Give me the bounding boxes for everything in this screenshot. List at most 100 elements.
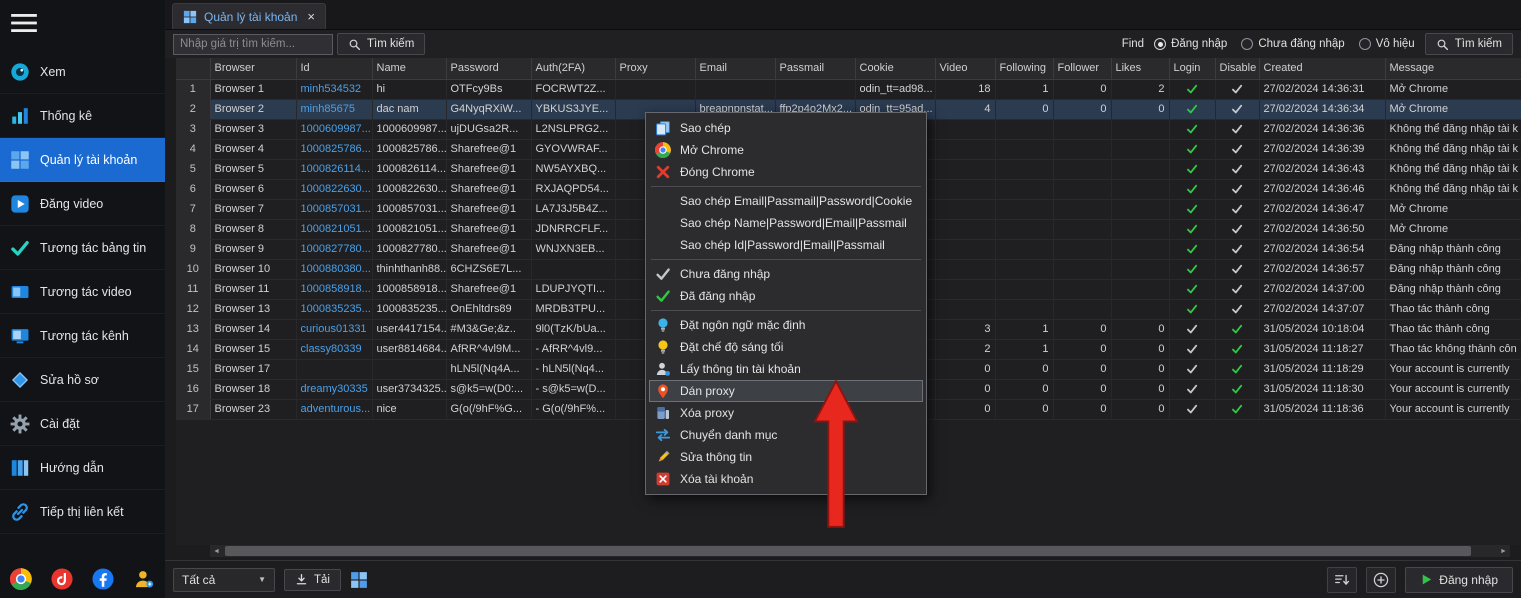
column-header-cookie[interactable]: Cookie (855, 58, 935, 79)
cell-cookie: odin_tt=ad98... (855, 79, 935, 99)
horizontal-scrollbar[interactable]: ◄ ► (210, 545, 1510, 557)
column-header-passmail[interactable]: Passmail (775, 58, 855, 79)
sort-button[interactable] (1327, 567, 1357, 593)
column-header-id[interactable]: Id (296, 58, 372, 79)
search-toolbar: Tìm kiếm Find Đăng nhậpChưa đăng nhậpVô … (165, 30, 1521, 58)
column-header-auth[interactable]: Auth(2FA) (531, 58, 615, 79)
menu-item-chuyen-danh-muc[interactable]: Chuyển danh mục (649, 424, 923, 446)
add-button[interactable] (1366, 567, 1396, 593)
blank-icon (655, 237, 671, 253)
cell-num: 2 (176, 99, 210, 119)
search-input[interactable] (173, 34, 333, 55)
column-header-password[interactable]: Password (446, 58, 531, 79)
tab-account-management[interactable]: Quản lý tài khoản × (172, 3, 326, 29)
column-header-following[interactable]: Following (995, 58, 1053, 79)
sidebar-item-quan-ly-tai-khoan[interactable]: Quản lý tài khoản (0, 138, 165, 182)
tab-close-icon[interactable]: × (307, 10, 315, 23)
column-header-message[interactable]: Message (1385, 58, 1521, 79)
sidebar-item-tuong-tac-video[interactable]: Tương tác video (0, 270, 165, 314)
cell-following: 1 (995, 79, 1053, 99)
menu-item-dong-chrome[interactable]: Đóng Chrome (649, 161, 923, 183)
sidebar-item-huong-dan[interactable]: Hướng dẫn (0, 446, 165, 490)
cell-auth: FOCRWT2Z... (531, 79, 615, 99)
chrome-icon[interactable] (10, 568, 32, 590)
column-header-disable[interactable]: Disable (1215, 58, 1259, 79)
radio-vo-hieu[interactable]: Vô hiệu (1359, 38, 1415, 50)
menu-item-lay-thong-tin-tai-khoan[interactable]: Lấy thông tin tài khoản (649, 358, 923, 380)
menu-item-dat-ngon-ngu-mac-dinh[interactable]: Đặt ngôn ngữ mặc định (649, 314, 923, 336)
find-search-button[interactable]: Tìm kiếm (1425, 33, 1513, 55)
cell-login (1169, 159, 1215, 179)
menu-item-xoa-proxy[interactable]: Xóa proxy (649, 402, 923, 424)
cell-disable (1215, 279, 1259, 299)
sidebar-item-tiep-thi-lien-ket[interactable]: Tiếp thị liên kết (0, 490, 165, 534)
category-select[interactable]: Tất cả ▼ (173, 568, 275, 592)
grid-view-icon[interactable] (350, 571, 368, 589)
column-header-login[interactable]: Login (1169, 58, 1215, 79)
scrollbar-thumb[interactable] (225, 546, 1471, 556)
check-green-icon (1186, 283, 1198, 295)
sidebar-item-xem[interactable]: Xem (0, 50, 165, 94)
cell-created: 27/02/2024 14:36:50 (1259, 219, 1385, 239)
sidebar-item-sua-ho-so[interactable]: Sửa hồ sơ (0, 358, 165, 402)
column-header-name[interactable]: Name (372, 58, 446, 79)
menu-item-xoa-tai-khoan[interactable]: Xóa tài khoản (649, 468, 923, 490)
sidebar-item-cai-dat[interactable]: Cài đặt (0, 402, 165, 446)
download-button[interactable]: Tải (284, 569, 341, 591)
tab-bar: Quản lý tài khoản × (165, 0, 1521, 30)
check-gray-icon (1186, 363, 1198, 375)
radio-chua-dang-nhap[interactable]: Chưa đăng nhập (1241, 38, 1344, 50)
table-row[interactable]: 1Browser 1minh534532hiOTFcy9BsFOCRWT2Z..… (176, 79, 1521, 99)
menu-item-da-dang-nhap[interactable]: Đã đăng nhập (649, 285, 923, 307)
cell-login (1169, 319, 1215, 339)
column-header-follower[interactable]: Follower (1053, 58, 1111, 79)
cell-likes: 0 (1111, 379, 1169, 399)
scroll-right-button[interactable]: ► (1497, 545, 1510, 557)
radio-dang-nhap[interactable]: Đăng nhập (1154, 38, 1227, 50)
menu-item-sao-chep[interactable]: Sao chép (649, 117, 923, 139)
cell-message: Mở Chrome (1385, 199, 1521, 219)
menu-item-dat-che-do-sang-toi[interactable]: Đặt chế độ sáng tối (649, 336, 923, 358)
cell-auth: L2NSLPRG2... (531, 119, 615, 139)
menu-item-copy-id-set[interactable]: Sao chép Id|Password|Email|Passmail (649, 234, 923, 256)
sidebar-item-tuong-tac-kenh[interactable]: Tương tác kênh (0, 314, 165, 358)
scroll-left-button[interactable]: ◄ (210, 545, 223, 557)
column-header-email[interactable]: Email (695, 58, 775, 79)
column-header-proxy[interactable]: Proxy (615, 58, 695, 79)
cell-message: Đăng nhập thành công (1385, 239, 1521, 259)
column-header-likes[interactable]: Likes (1111, 58, 1169, 79)
cell-auth: RXJAQPD54... (531, 179, 615, 199)
cell-likes: 0 (1111, 359, 1169, 379)
cell-message: Không thể đăng nhập tài k (1385, 119, 1521, 139)
cell-auth: GYOVWRAF... (531, 139, 615, 159)
cell-likes (1111, 219, 1169, 239)
sidebar-item-dang-video[interactable]: Đăng video (0, 182, 165, 226)
cell-follower: 0 (1053, 339, 1111, 359)
login-button[interactable]: Đăng nhập (1405, 567, 1513, 593)
row-number-header[interactable] (176, 58, 210, 79)
sidebar-item-tuong-tac-bang-tin[interactable]: Tương tác bảng tin (0, 226, 165, 270)
column-header-created[interactable]: Created (1259, 58, 1385, 79)
user-support-icon[interactable] (133, 568, 155, 590)
menu-item-mo-chrome[interactable]: Mở Chrome (649, 139, 923, 161)
column-header-browser[interactable]: Browser (210, 58, 296, 79)
facebook-icon[interactable] (92, 568, 114, 590)
column-header-video[interactable]: Video (935, 58, 995, 79)
menu-item-copy-email-set[interactable]: Sao chép Email|Passmail|Password|Cookie (649, 190, 923, 212)
sidebar-item-label: Đăng video (40, 197, 103, 211)
menu-item-dan-proxy[interactable]: Dán proxy (649, 380, 923, 402)
cell-video: 4 (935, 99, 995, 119)
edit-profile-icon (10, 370, 30, 390)
cell-following: 0 (995, 399, 1053, 419)
cell-message: Your account is currently (1385, 359, 1521, 379)
search-button[interactable]: Tìm kiếm (337, 33, 425, 55)
hamburger-icon[interactable] (10, 14, 38, 32)
menu-item-chua-dang-nhap[interactable]: Chưa đăng nhập (649, 263, 923, 285)
sidebar-item-thong-ke[interactable]: Thống kê (0, 94, 165, 138)
radio-label: Chưa đăng nhập (1258, 38, 1344, 50)
menu-item-sua-thong-tin[interactable]: Sửa thông tin (649, 446, 923, 468)
tiktok-icon[interactable] (51, 568, 73, 590)
cell-disable (1215, 159, 1259, 179)
menu-item-copy-name-set[interactable]: Sao chép Name|Password|Email|Passmail (649, 212, 923, 234)
cell-disable (1215, 199, 1259, 219)
